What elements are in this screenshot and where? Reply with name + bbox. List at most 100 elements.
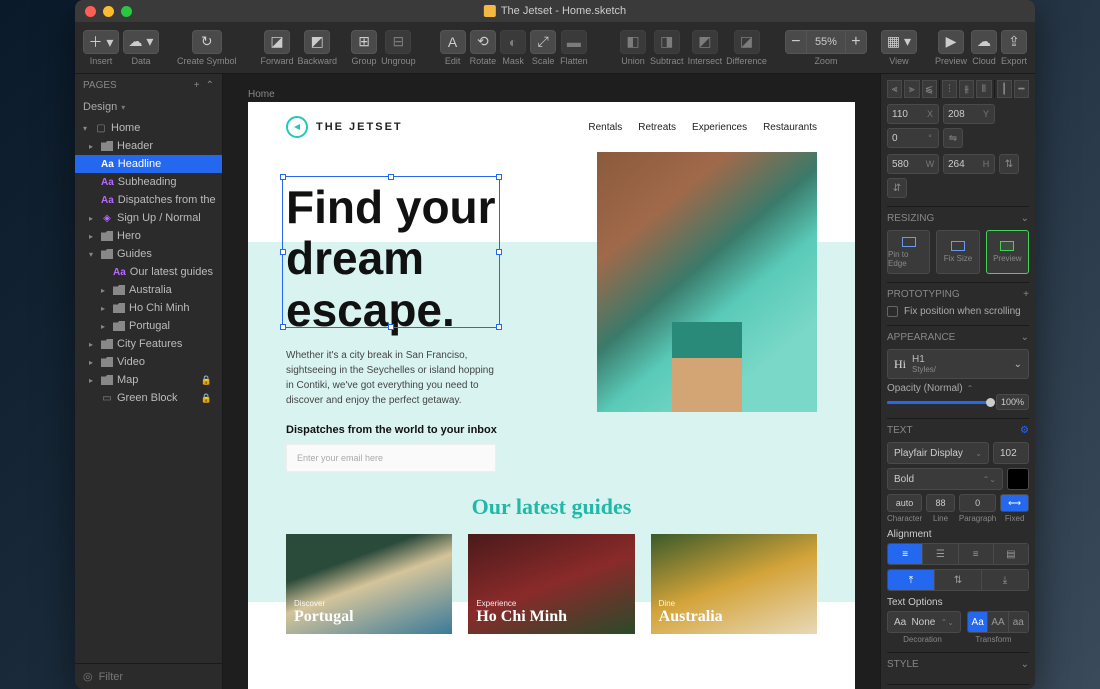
distribute-v-button[interactable]: ━ bbox=[1014, 80, 1029, 98]
add-prototype-button[interactable]: + bbox=[1023, 289, 1029, 300]
insert-button[interactable]: ＋ ▾ bbox=[83, 30, 119, 54]
height-input[interactable]: 264H bbox=[943, 154, 995, 174]
paragraph-spacing-input[interactable]: 0 bbox=[959, 494, 996, 512]
width-input[interactable]: 580W bbox=[887, 154, 939, 174]
opacity-slider[interactable] bbox=[887, 401, 990, 404]
page-design[interactable]: Design ▾ bbox=[75, 97, 222, 119]
layer-hero[interactable]: ▸Hero bbox=[75, 227, 222, 245]
align-text-justify-button[interactable]: ▤ bbox=[994, 544, 1028, 564]
layer-cityfeatures[interactable]: ▸City Features bbox=[75, 335, 222, 353]
scale-button[interactable]: ⤢ bbox=[530, 30, 556, 54]
flip-v-button[interactable]: ⇵ bbox=[887, 178, 907, 198]
edit-button[interactable]: A bbox=[440, 30, 466, 54]
character-spacing-input[interactable]: auto bbox=[887, 494, 922, 512]
decoration-select[interactable]: Aa None⌃⌄ bbox=[887, 611, 961, 633]
fix-size-control[interactable]: Fix Size bbox=[936, 230, 979, 274]
lock-aspect-button[interactable]: ⇅ bbox=[999, 154, 1019, 174]
transform-lower-button[interactable]: aa bbox=[1009, 612, 1028, 632]
layer-map[interactable]: ▸Map🔒 bbox=[75, 371, 222, 389]
align-text-left-button[interactable]: ≡ bbox=[888, 544, 923, 564]
font-weight-select[interactable]: Bold⌃⌄ bbox=[887, 468, 1003, 490]
pin-to-edge-control[interactable]: Pin to Edge bbox=[887, 230, 930, 274]
view-button[interactable]: ▦ ▾ bbox=[881, 30, 917, 54]
intersect-button[interactable]: ◩ bbox=[692, 30, 718, 54]
filter-input[interactable]: ◎Filter bbox=[75, 663, 222, 689]
backward-button[interactable]: ◩ bbox=[304, 30, 330, 54]
zoom-in-button[interactable]: + bbox=[845, 30, 867, 54]
minimize-window-button[interactable] bbox=[103, 6, 114, 17]
resize-preview-control[interactable]: Preview bbox=[986, 230, 1029, 274]
align-bottom-button[interactable]: ⫴ bbox=[976, 80, 991, 98]
cloud-button[interactable]: ☁ bbox=[971, 30, 997, 54]
difference-button[interactable]: ◪ bbox=[734, 30, 760, 54]
layer-signup[interactable]: ▸◈Sign Up / Normal bbox=[75, 209, 222, 227]
align-left-button[interactable]: ⫷ bbox=[887, 80, 902, 98]
layer-video[interactable]: ▸Video bbox=[75, 353, 222, 371]
font-family-select[interactable]: Playfair Display⌄ bbox=[887, 442, 989, 464]
layer-headline[interactable]: AaHeadline bbox=[75, 155, 222, 173]
align-text-right-button[interactable]: ≡ bbox=[959, 544, 994, 564]
opacity-value[interactable]: 100% bbox=[996, 394, 1029, 410]
canvas[interactable]: Home THE JETSET Rentals Retreats Experie… bbox=[223, 74, 880, 689]
text-settings-button[interactable]: ⚙ bbox=[1020, 425, 1029, 436]
layer-header[interactable]: ▸Header bbox=[75, 137, 222, 155]
transform-none-button[interactable]: Aa bbox=[968, 612, 988, 632]
layers-panel: PAGES +⌃ Design ▾ ▾▢Home ▸Header AaHeadl… bbox=[75, 74, 223, 689]
align-center-h-button[interactable]: ⫸ bbox=[904, 80, 919, 98]
vertical-align-middle-button[interactable]: ⇅ bbox=[935, 570, 982, 590]
align-right-button[interactable]: ⫹ bbox=[922, 80, 937, 98]
ungroup-button[interactable]: ⊟ bbox=[385, 30, 411, 54]
font-size-input[interactable]: 102 bbox=[993, 442, 1029, 464]
x-input[interactable]: 110X bbox=[887, 104, 939, 124]
line-height-input[interactable]: 88 bbox=[926, 494, 955, 512]
align-top-button[interactable]: ⫶ bbox=[942, 80, 957, 98]
rotation-input[interactable]: 0° bbox=[887, 128, 939, 148]
export-button[interactable]: ⇪ bbox=[1001, 30, 1027, 54]
preview-button[interactable]: ▶ bbox=[938, 30, 964, 54]
zoom-out-button[interactable]: − bbox=[785, 30, 807, 54]
subtract-button[interactable]: ◨ bbox=[654, 30, 680, 54]
close-window-button[interactable] bbox=[85, 6, 96, 17]
text-color-swatch[interactable] bbox=[1007, 468, 1029, 490]
hero-image bbox=[597, 152, 817, 412]
y-input[interactable]: 208Y bbox=[943, 104, 995, 124]
layer-dispatches[interactable]: AaDispatches from the bbox=[75, 191, 222, 209]
mask-button[interactable]: ◐ bbox=[500, 30, 526, 54]
transform-upper-button[interactable]: AA bbox=[988, 612, 1008, 632]
rotate-button[interactable]: ⟲ bbox=[470, 30, 496, 54]
create-symbol-button[interactable]: ↻ bbox=[192, 30, 222, 54]
zoom-value[interactable]: 55% bbox=[807, 30, 845, 54]
add-page-button[interactable]: + bbox=[194, 80, 200, 91]
headline-text[interactable]: Find your dream escape. bbox=[286, 180, 577, 334]
layer-home[interactable]: ▾▢Home bbox=[75, 119, 222, 137]
layer-australia[interactable]: ▸Australia bbox=[75, 281, 222, 299]
align-middle-button[interactable]: ⫵ bbox=[959, 80, 974, 98]
lock-icon: 🔒 bbox=[201, 375, 212, 386]
vertical-align-bottom-button[interactable]: ⤓ bbox=[982, 570, 1028, 590]
collapse-icon[interactable]: ⌄ bbox=[1021, 213, 1029, 224]
collapse-icon[interactable]: ⌄ bbox=[1021, 332, 1029, 343]
logo: THE JETSET bbox=[286, 116, 403, 138]
layer-greenblock[interactable]: ▭Green Block🔒 bbox=[75, 389, 222, 407]
zoom-window-button[interactable] bbox=[121, 6, 132, 17]
artboard-label[interactable]: Home bbox=[248, 89, 275, 100]
distribute-h-button[interactable]: ┃ bbox=[997, 80, 1012, 98]
collapse-icon[interactable]: ⌄ bbox=[1021, 659, 1029, 670]
forward-button[interactable]: ◪ bbox=[264, 30, 290, 54]
fix-position-checkbox[interactable]: Fix position when scrolling bbox=[887, 306, 1029, 317]
data-button[interactable]: ☁ ▾ bbox=[123, 30, 159, 54]
layer-latest-guides[interactable]: AaOur latest guides bbox=[75, 263, 222, 281]
flatten-button[interactable]: ▬ bbox=[561, 30, 587, 54]
fixed-width-button[interactable]: ⟷ bbox=[1000, 494, 1029, 512]
flip-h-button[interactable]: ⇋ bbox=[943, 128, 963, 148]
layer-hochiminh[interactable]: ▸Ho Chi Minh bbox=[75, 299, 222, 317]
vertical-align-top-button[interactable]: ⤒ bbox=[888, 570, 935, 590]
layer-subheading[interactable]: AaSubheading bbox=[75, 173, 222, 191]
collapse-pages-button[interactable]: ⌃ bbox=[206, 80, 214, 91]
align-text-center-button[interactable]: ☰ bbox=[923, 544, 958, 564]
group-button[interactable]: ⊞ bbox=[351, 30, 377, 54]
text-style-selector[interactable]: Hi H1Styles/ ⌄ bbox=[887, 349, 1029, 379]
layer-portugal[interactable]: ▸Portugal bbox=[75, 317, 222, 335]
union-button[interactable]: ◧ bbox=[620, 30, 646, 54]
layer-guides[interactable]: ▾Guides bbox=[75, 245, 222, 263]
